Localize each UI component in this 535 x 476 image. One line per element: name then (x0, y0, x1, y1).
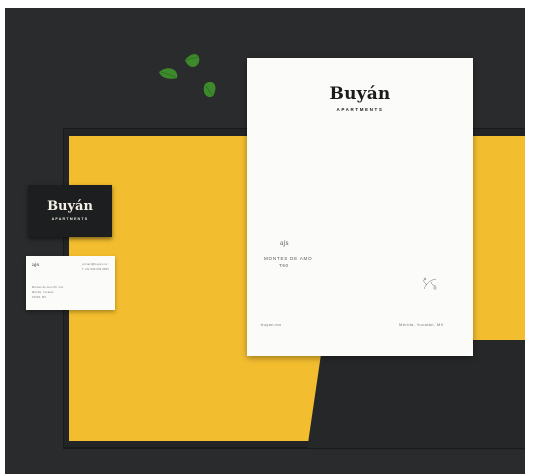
folder-edge (63, 448, 525, 449)
leaf-1 (185, 54, 200, 67)
letterhead-footer-right: Mérida, Yucatán, MX (399, 322, 444, 327)
card-address-line2: Mérida, Yucatán (32, 291, 54, 294)
card-address-line3: 97000, MX (32, 296, 47, 299)
business-card-back: ajs contact@buyan.mx T +52 999 999 9999 … (26, 256, 115, 310)
card-contact-email: contact@buyan.mx (82, 263, 108, 266)
leaf-2 (159, 68, 178, 79)
card-monogram: ajs (32, 262, 40, 268)
card-subtitle: APARTMENTS (51, 217, 89, 221)
leaf-3 (203, 81, 216, 98)
card-address-line1: Montes de Amo 60, Col. (32, 286, 65, 289)
letterhead-brand: Buyán (329, 84, 391, 104)
business-card-front: Buyán APARTMENTS (28, 185, 112, 237)
letterhead-address-line2: T60 (279, 263, 289, 268)
folder-pocket-flap (307, 340, 525, 450)
card-brand: Buyán (47, 199, 93, 214)
letterhead-monogram: ajs (280, 240, 289, 247)
stationery-mockup-photo: Buyán APARTMENTS ajs MONTES DE AMO T60 b… (5, 8, 525, 474)
letterhead-footer-left: buyan.mx (261, 322, 282, 327)
plant-illustration-icon (422, 277, 437, 290)
letterhead-sheet: Buyán APARTMENTS ajs MONTES DE AMO T60 b… (247, 58, 473, 356)
card-contact-phone: T +52 999 999 9999 (82, 268, 109, 271)
letterhead-subtitle: APARTMENTS (336, 107, 384, 112)
leaves-icon (159, 54, 216, 98)
letterhead-address-line1: MONTES DE AMO (264, 256, 313, 261)
